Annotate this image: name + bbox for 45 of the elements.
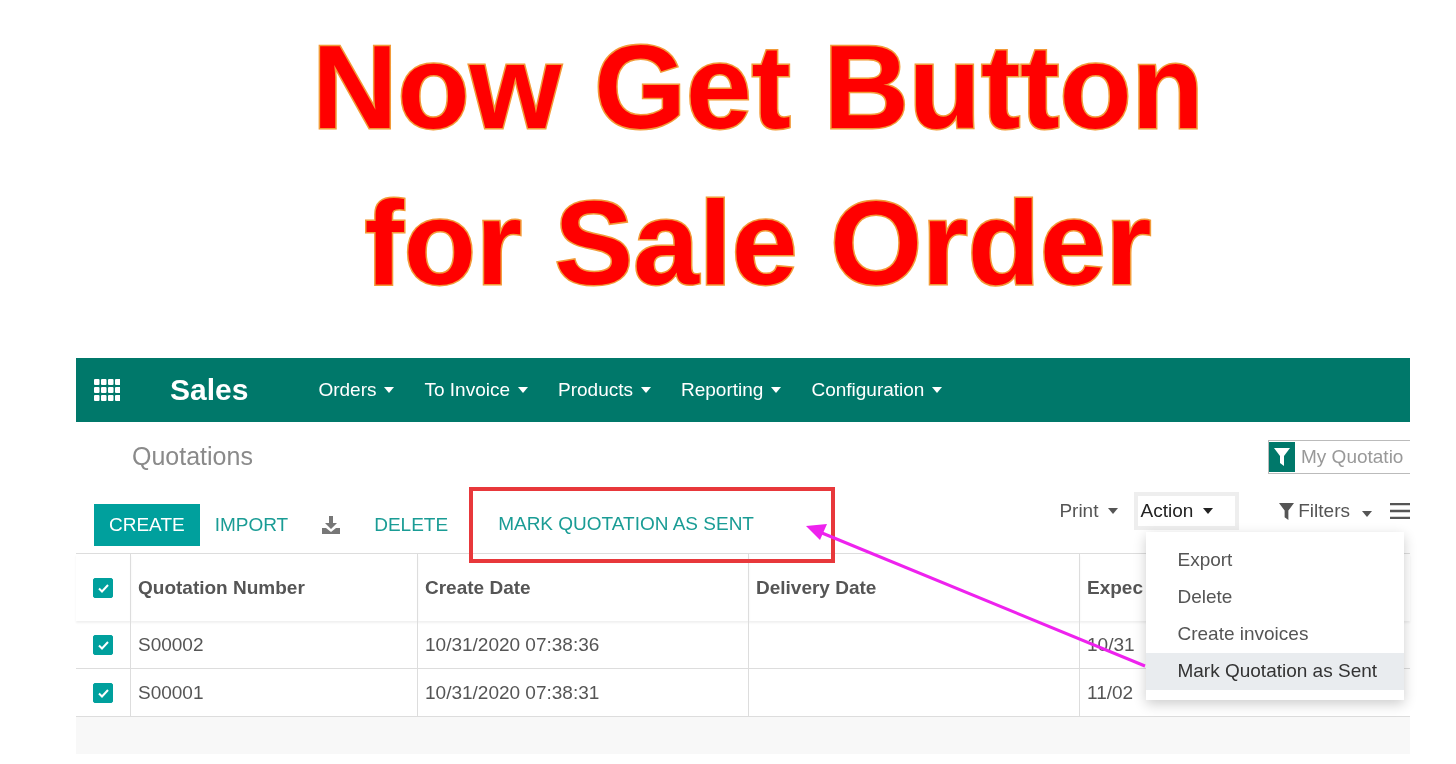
caret-icon — [932, 387, 943, 393]
caret-icon — [1108, 508, 1119, 514]
menu-option[interactable]: Export — [1146, 542, 1405, 579]
checkbox[interactable] — [93, 578, 113, 599]
menu-item[interactable]: To Invoice — [424, 379, 529, 401]
caret-icon — [771, 387, 782, 393]
menu-option[interactable]: Mark Quotation as Sent — [1146, 653, 1405, 690]
facet-label: My Quotatio — [1301, 446, 1404, 468]
column-header[interactable]: Create Date — [425, 576, 531, 598]
filter-icon — [1279, 502, 1295, 520]
menu-option[interactable]: Create invoices — [1146, 616, 1405, 653]
checkbox[interactable] — [93, 635, 113, 656]
menu-option[interactable]: Delete — [1146, 579, 1405, 616]
caret-icon — [1203, 508, 1214, 514]
filter-icon — [1274, 448, 1290, 466]
table-cell: S00002 — [138, 633, 204, 655]
checkbox[interactable] — [93, 683, 113, 704]
check-icon — [97, 689, 109, 698]
breadcrumb: Quotations — [132, 442, 253, 471]
app-name: Sales — [170, 373, 249, 407]
table-cell: 11/02 — [1087, 681, 1134, 703]
caret-icon — [1362, 511, 1372, 517]
headline: for Sale Order — [364, 178, 1152, 308]
apps-menu-icon[interactable] — [94, 379, 120, 401]
table-cell: 10/31/2020 07:38:31 — [425, 681, 600, 703]
caret-icon — [384, 387, 395, 393]
filters-button[interactable]: Filters — [1273, 499, 1378, 523]
menu-item[interactable]: Products — [558, 379, 651, 401]
check-icon — [97, 641, 109, 650]
headline: Now Get Button — [312, 22, 1204, 152]
menu-item[interactable]: Reporting — [681, 379, 782, 401]
menu-item[interactable]: Orders — [318, 379, 395, 401]
check-icon — [97, 584, 109, 593]
dropdown-button[interactable]: Print — [1053, 492, 1125, 530]
dropdown-button[interactable]: Action — [1134, 492, 1240, 530]
table-cell: 10/31/2020 07:38:36 — [425, 633, 600, 655]
column-header[interactable]: Delivery Date — [756, 576, 877, 598]
menu-item[interactable]: Configuration — [811, 379, 943, 401]
caret-icon — [518, 387, 529, 393]
list-icon[interactable] — [1390, 503, 1410, 519]
download-icon[interactable] — [321, 516, 342, 534]
table-cell: S00001 — [138, 681, 204, 703]
column-header[interactable]: Expec — [1087, 576, 1143, 598]
caret-icon — [641, 387, 651, 393]
column-header[interactable]: Quotation Number — [138, 576, 305, 598]
